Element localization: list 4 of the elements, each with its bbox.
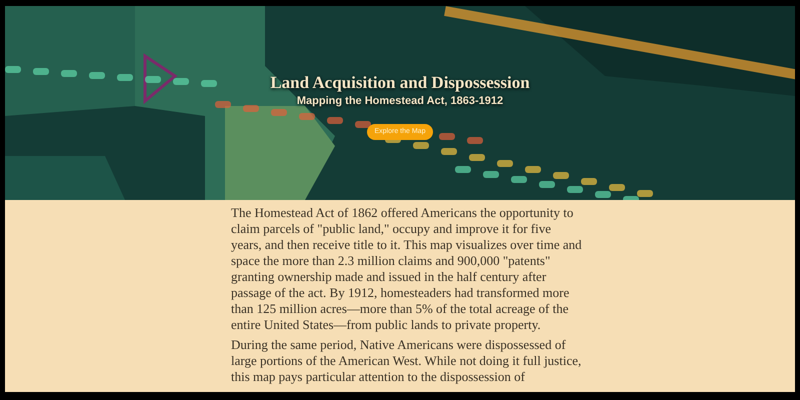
hero-title: Land Acquisition and Dispossession [270,73,530,93]
hero-subtitle: Mapping the Homestead Act, 1863-1912 [296,94,504,109]
body-paragraph: During the same period, Native Americans were dispossessed of large portions of the American West. While not doing it full justice, this map pays particular attention to the dispossession of [231,337,582,385]
body-paragraph: The Homestead Act of 1862 offered Americans the opportunity to claim parcels of "public land," occupy and improve it for five years, and then receive title to it. This map visualizes over time and space the more than 2.3 million claims and 900,000 "patents" granting ownership made and issued in the half century after passage of the act. By 1912, homesteaders had transformed more than 125 million acres—more than 5% of the total acreage of the entire United States—from public lands to private property. [231,205,583,333]
